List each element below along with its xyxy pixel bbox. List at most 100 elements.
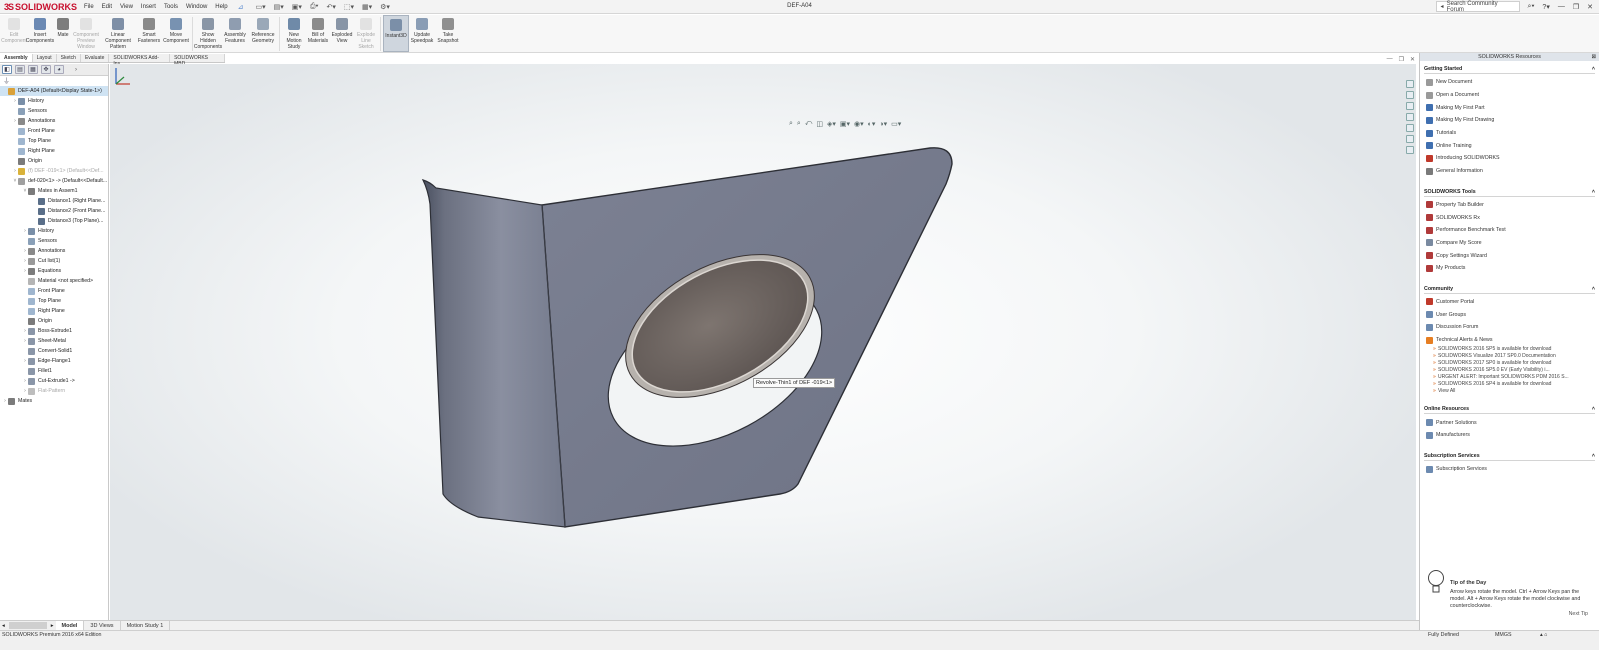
resource-link[interactable]: General Information — [1424, 165, 1595, 178]
search-icon[interactable]: ⌕▾ — [1528, 3, 1535, 11]
menu-view[interactable]: View — [120, 4, 133, 10]
tree-item[interactable]: › Mates — [0, 396, 108, 406]
collapse-icon[interactable]: ˄ — [1592, 286, 1595, 293]
show-hidden-components-button[interactable]: Show Hidden Components — [194, 15, 222, 52]
undo-icon[interactable]: ↶▾ — [326, 3, 335, 11]
collapse-icon[interactable]: ˄ — [1592, 453, 1595, 460]
bottom-tab-motion-study-1[interactable]: Motion Study 1 — [121, 620, 171, 631]
linear-component-pattern-button[interactable]: Linear Component Pattern — [100, 15, 136, 52]
tab-sketch[interactable]: Sketch — [57, 54, 81, 62]
feature-manager-tab-icon[interactable]: ◧ — [2, 65, 12, 74]
section-header[interactable]: Getting Started ˄ — [1424, 61, 1595, 74]
new-motion-study-button[interactable]: New Motion Study — [282, 15, 306, 52]
resource-link[interactable]: User Groups — [1424, 308, 1595, 321]
tree-item[interactable]: Front Plane — [0, 126, 108, 136]
section-view-icon[interactable]: ◫ — [816, 120, 823, 128]
dimxpert-tab-icon[interactable]: ✥ — [41, 65, 51, 74]
tree-item[interactable]: › Flat-Pattern — [0, 386, 108, 396]
tree-item[interactable]: › Boss-Extrude1 — [0, 326, 108, 336]
file-explorer-tab-icon[interactable] — [1406, 113, 1414, 121]
resource-link[interactable]: Making My First Drawing — [1424, 114, 1595, 127]
tree-item[interactable]: Origin — [0, 316, 108, 326]
resource-link[interactable]: Discussion Forum — [1424, 321, 1595, 334]
component-preview-window-button[interactable]: Component Preview Window — [72, 15, 100, 52]
filter-icon[interactable]: ⏚ — [0, 76, 108, 86]
viewport-minimize-button[interactable]: — — [1387, 56, 1393, 63]
resource-link[interactable]: Manufacturers — [1424, 429, 1595, 442]
news-link[interactable]: » SOLIDWORKS 2016 SP5 is available for do… — [1424, 346, 1595, 352]
resource-link[interactable]: SOLIDWORKS Rx — [1424, 211, 1595, 224]
view-settings-icon[interactable]: ▭▾ — [891, 120, 901, 128]
zoom-fit-icon[interactable]: ⌕ — [789, 120, 793, 128]
menu-window[interactable]: Window — [186, 4, 207, 10]
status-icons[interactable]: ▴ ⌂ — [1540, 632, 1547, 638]
horizontal-scrollbar[interactable] — [8, 622, 47, 629]
tree-item[interactable]: › (f) DEF -019<1> (Default<<Def... — [0, 166, 108, 176]
tree-item[interactable]: Distance3 (Top Plane)... — [0, 216, 108, 226]
tree-item[interactable]: › Sheet-Metal — [0, 336, 108, 346]
resource-link[interactable]: New Document — [1424, 76, 1595, 89]
tab-assembly[interactable]: Assembly — [0, 54, 33, 62]
tree-item[interactable]: Distance1 (Right Plane... — [0, 196, 108, 206]
previous-view-icon[interactable]: ⤺ — [805, 120, 812, 128]
tree-item[interactable]: Top Plane — [0, 136, 108, 146]
close-pane-icon[interactable]: ⊠ — [1592, 53, 1596, 61]
reference-geometry-button[interactable]: Reference Geometry — [249, 15, 277, 52]
property-manager-tab-icon[interactable]: ▤ — [15, 65, 25, 74]
explode-line-sketch-button[interactable]: Explode Line Sketch — [354, 15, 378, 52]
configuration-manager-tab-icon[interactable]: ▦ — [28, 65, 38, 74]
menu-tools[interactable]: Tools — [164, 4, 178, 10]
pin-icon[interactable]: ⊿ — [238, 3, 244, 11]
tree-item[interactable]: Right Plane — [0, 306, 108, 316]
tree-item[interactable]: › Cut list(1) — [0, 256, 108, 266]
tab-layout[interactable]: Layout — [33, 54, 57, 62]
resource-link[interactable]: Technical Alerts & News — [1424, 334, 1595, 347]
help-icon[interactable]: ?▾ — [1542, 3, 1549, 11]
tree-item[interactable]: › Edge-Flange1 — [0, 356, 108, 366]
section-header[interactable]: SOLIDWORKS Tools ˄ — [1424, 184, 1595, 197]
community-search-input[interactable]: ◂ Search Community Forum — [1435, 1, 1520, 13]
tree-item[interactable]: › Annotations — [0, 116, 108, 126]
tree-item[interactable]: › Cut-Extrude1 -> — [0, 376, 108, 386]
tree-item[interactable]: ˅ Mates in Assem1 — [0, 186, 108, 196]
update-speedpak-button[interactable]: Update Speedpak — [409, 15, 435, 52]
resource-link[interactable]: Subscription Services — [1424, 463, 1595, 476]
restore-button[interactable]: ❐ — [1573, 3, 1579, 11]
tree-item[interactable]: Sensors — [0, 236, 108, 246]
tree-item[interactable]: DEF-A04 (Default<Display State-1>) — [0, 86, 108, 96]
section-header[interactable]: Online Resources ˄ — [1424, 401, 1595, 415]
display-style-icon[interactable]: ▣▾ — [840, 120, 850, 128]
graphics-area[interactable]: ⌕ ⌕ ⤺ ◫ ◈▾ ▣▾ ◉▾ ◐▾ ◑▾ ▭▾ Revolve-Thin1 … — [110, 64, 1416, 620]
mate-button[interactable]: Mate — [54, 15, 72, 52]
tree-item[interactable]: Material <not specified> — [0, 276, 108, 286]
solidworks-logo[interactable]: 3S SOLIDWORKS — [0, 2, 78, 12]
options-icon[interactable]: ⚙▾ — [380, 3, 390, 11]
view-palette-tab-icon[interactable] — [1406, 124, 1414, 132]
tab-evaluate[interactable]: Evaluate — [81, 54, 110, 62]
tree-item[interactable]: Sensors — [0, 106, 108, 116]
collapse-icon[interactable]: ˄ — [1592, 66, 1595, 73]
scene-icon[interactable]: ◑▾ — [879, 120, 887, 128]
tab-solidworks-mbd[interactable]: SOLIDWORKS MBD — [170, 54, 225, 67]
appearances-tab-icon[interactable] — [1406, 135, 1414, 143]
open-file-icon[interactable]: ▤▾ — [274, 3, 284, 11]
bottom-tab-model[interactable]: Model — [55, 620, 85, 631]
resource-link[interactable]: Making My First Part — [1424, 101, 1595, 114]
resource-link[interactable]: My Products — [1424, 262, 1595, 275]
take-snapshot-button[interactable]: Take Snapshot — [435, 15, 461, 52]
insert-components-button[interactable]: Insert Components — [26, 15, 54, 52]
design-library-tab-icon[interactable] — [1406, 102, 1414, 110]
exploded-view-button[interactable]: Exploded View — [330, 15, 354, 52]
tree-item[interactable]: › History — [0, 226, 108, 236]
edit-component-button[interactable]: Edit Component — [1, 15, 27, 52]
viewport-restore-button[interactable]: ❐ — [1399, 56, 1404, 63]
tree-item[interactable]: Right Plane — [0, 146, 108, 156]
news-link[interactable]: » View All — [1424, 388, 1595, 394]
resource-link[interactable]: Partner Solutions — [1424, 416, 1595, 429]
resource-link[interactable]: Online Training — [1424, 139, 1595, 152]
unit-system[interactable]: MMGS — [1495, 632, 1511, 638]
tree-item[interactable]: Distance2 (Front Plane... — [0, 206, 108, 216]
bill-of-materials-button[interactable]: Bill of Materials — [306, 15, 330, 52]
assembly-features-button[interactable]: Assembly Features — [221, 15, 249, 52]
expand-panel-icon[interactable]: › — [75, 67, 77, 73]
